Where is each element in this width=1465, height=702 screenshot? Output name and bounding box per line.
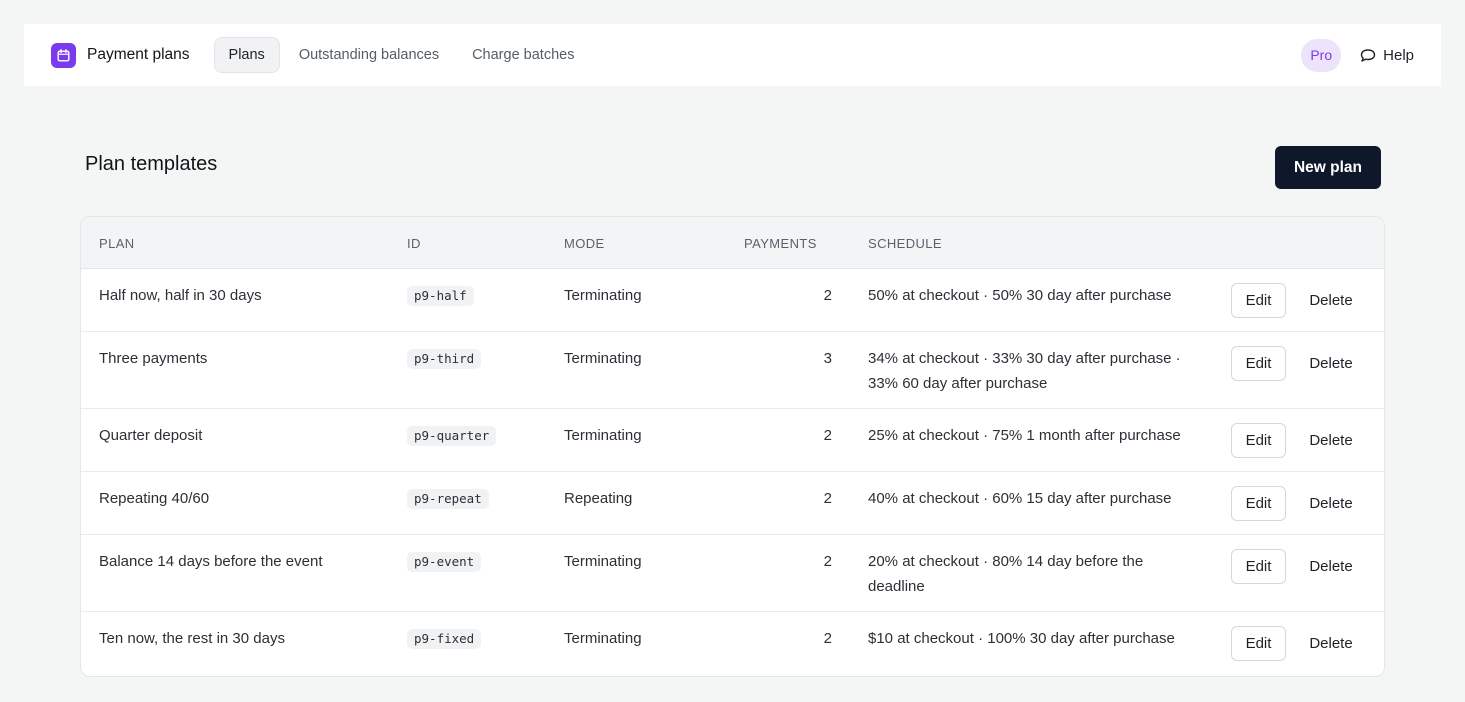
plan-mode: Terminating bbox=[564, 287, 642, 304]
delete-button[interactable]: Delete bbox=[1301, 283, 1361, 318]
delete-button[interactable]: Delete bbox=[1301, 346, 1361, 381]
table-row: Balance 14 days before the event p9-even… bbox=[81, 535, 1384, 612]
app-name: Payment plans bbox=[87, 46, 190, 63]
plan-mode: Terminating bbox=[564, 630, 642, 647]
plan-name: Quarter deposit bbox=[99, 427, 203, 444]
plan-mode: Terminating bbox=[564, 553, 642, 570]
plan-schedule: 40% at checkout · 60% 15 day after purch… bbox=[868, 490, 1172, 507]
topbar-right: Pro Help bbox=[1301, 38, 1414, 72]
tab-plans[interactable]: Plans bbox=[213, 37, 280, 73]
tab-charge-batches[interactable]: Charge batches bbox=[458, 38, 588, 72]
top-navigation-bar: Payment plans Plans Outstanding balances… bbox=[24, 24, 1441, 86]
column-header-schedule: SCHEDULE bbox=[868, 236, 942, 251]
plan-schedule: $10 at checkout · 100% 30 day after purc… bbox=[868, 630, 1175, 647]
table-row: Ten now, the rest in 30 days p9-fixed Te… bbox=[81, 612, 1384, 675]
table-row: Three payments p9-third Terminating 3 34… bbox=[81, 332, 1384, 409]
chat-bubble-icon bbox=[1360, 48, 1376, 62]
new-plan-button[interactable]: New plan bbox=[1275, 146, 1381, 189]
table-row: Half now, half in 30 days p9-half Termin… bbox=[81, 269, 1384, 332]
table-row: Repeating 40/60 p9-repeat Repeating 2 40… bbox=[81, 472, 1384, 535]
plan-name: Balance 14 days before the event bbox=[99, 553, 323, 570]
edit-button[interactable]: Edit bbox=[1231, 626, 1286, 661]
plan-name: Half now, half in 30 days bbox=[99, 287, 262, 304]
plan-id: p9-fixed bbox=[407, 629, 482, 649]
calendar-icon bbox=[51, 42, 76, 68]
plan-payments: 2 bbox=[823, 553, 832, 570]
edit-button[interactable]: Edit bbox=[1231, 283, 1286, 318]
delete-button[interactable]: Delete bbox=[1301, 486, 1361, 521]
plan-payments: 3 bbox=[823, 350, 832, 367]
plan-id: p9-quarter bbox=[407, 426, 497, 446]
plan-schedule: 20% at checkout · 80% 14 day before the … bbox=[868, 553, 1144, 595]
plan-payments: 2 bbox=[823, 427, 832, 444]
plan-payments: 2 bbox=[823, 630, 832, 647]
plan-schedule: 50% at checkout · 50% 30 day after purch… bbox=[868, 287, 1172, 304]
plan-id: p9-third bbox=[407, 349, 482, 369]
plan-templates-table: PLAN ID MODE PAYMENTS SCHEDULE Half now,… bbox=[80, 216, 1385, 677]
plan-name: Repeating 40/60 bbox=[99, 490, 210, 507]
edit-button[interactable]: Edit bbox=[1231, 423, 1286, 458]
plan-name: Ten now, the rest in 30 days bbox=[99, 630, 285, 647]
column-header-mode: MODE bbox=[564, 236, 605, 251]
column-header-payments: PAYMENTS bbox=[744, 236, 817, 251]
plan-id: p9-half bbox=[407, 286, 474, 306]
plan-schedule: 34% at checkout · 33% 30 day after purch… bbox=[868, 350, 1181, 392]
edit-button[interactable]: Edit bbox=[1231, 346, 1286, 381]
plan-payments: 2 bbox=[823, 287, 832, 304]
plan-schedule: 25% at checkout · 75% 1 month after purc… bbox=[868, 427, 1181, 444]
plan-mode: Repeating bbox=[564, 490, 633, 507]
plan-id: p9-event bbox=[407, 552, 482, 572]
column-header-id: ID bbox=[407, 236, 421, 251]
plan-payments: 2 bbox=[823, 490, 832, 507]
page-title: Plan templates bbox=[85, 153, 218, 175]
table-header: PLAN ID MODE PAYMENTS SCHEDULE bbox=[81, 217, 1384, 269]
help-label: Help bbox=[1383, 46, 1414, 64]
plan-id: p9-repeat bbox=[407, 489, 489, 509]
edit-button[interactable]: Edit bbox=[1231, 486, 1286, 521]
delete-button[interactable]: Delete bbox=[1301, 626, 1361, 661]
column-header-plan: PLAN bbox=[99, 236, 135, 251]
edit-button[interactable]: Edit bbox=[1231, 549, 1286, 584]
plan-name: Three payments bbox=[99, 350, 208, 367]
plan-mode: Terminating bbox=[564, 350, 642, 367]
delete-button[interactable]: Delete bbox=[1301, 549, 1361, 584]
tab-outstanding-balances[interactable]: Outstanding balances bbox=[285, 38, 453, 72]
help-link[interactable]: Help bbox=[1360, 47, 1414, 64]
plan-mode: Terminating bbox=[564, 427, 642, 444]
table-row: Quarter deposit p9-quarter Terminating 2… bbox=[81, 409, 1384, 472]
plan-badge: Pro bbox=[1301, 38, 1342, 72]
delete-button[interactable]: Delete bbox=[1301, 423, 1361, 458]
